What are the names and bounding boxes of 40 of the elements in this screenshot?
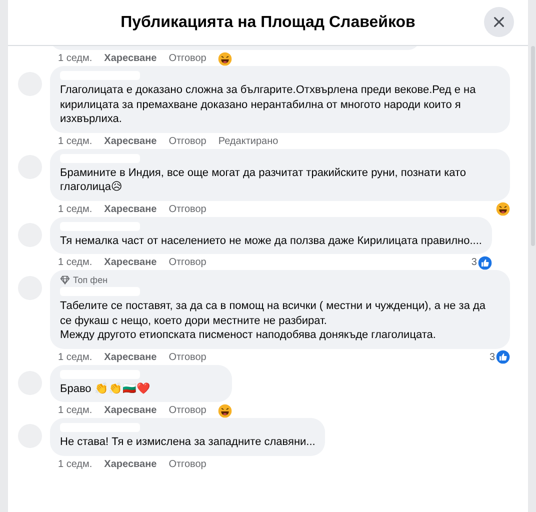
reply-link[interactable]: Отговор [168, 204, 206, 214]
diamond-icon [60, 275, 70, 285]
laughing-face-icon [218, 52, 232, 66]
like-link[interactable]: Харесване [104, 405, 157, 416]
reply-link[interactable]: Отговор [168, 136, 206, 146]
comment-text: Глаголицата е доказано сложна за българите.Отхвърлена преди векове.Ред е на кирилицата за премахване доказано нерантабилна от многото народи които я изхвърлиха. [60, 83, 477, 126]
comment-time[interactable]: 1 седм. [58, 204, 92, 214]
comment-text: Табелите се поставят, за да са в помощ на всички ( местни и чужденци), а не за да се фукаш с нещо, което дори местните не разбират. Между другото етиопската писменост наподобява донякъде глаголицата. [60, 299, 487, 342]
close-icon [492, 15, 506, 29]
reply-link[interactable]: Отговор [168, 352, 206, 362]
thumbs-up-icon [496, 350, 510, 364]
top-fan-label: Топ фен [73, 275, 108, 285]
comment-text: Тя немалка част от населението не може да ползва даже Кирилицата правилно.... [60, 234, 482, 248]
like-link[interactable]: Харесване [104, 136, 157, 146]
comment-time[interactable]: 1 седм. [58, 458, 92, 470]
dialog-title: Публикацията на Площад Славейков [120, 14, 416, 32]
comment-time[interactable]: 1 седм. [58, 53, 92, 64]
like-link[interactable]: Харесване [104, 53, 157, 64]
laughing-face-icon [218, 404, 232, 418]
comment-text: Браво 👏👏🇧🇬❤ [60, 382, 152, 396]
close-button[interactable] [484, 7, 514, 37]
comment-time[interactable]: 1 седм. [58, 257, 92, 268]
laughing-face-icon [496, 202, 510, 216]
comment-time[interactable]: 1 седм. [58, 136, 92, 146]
reply-link[interactable]: Отговор [168, 53, 206, 64]
reply-link[interactable]: Отговор [168, 257, 206, 268]
edited-label: Редактирано [218, 136, 278, 146]
comment-text: Брамините в Индия, все още могат да разчитат тракийските руни, познати като глаголица😥 [60, 166, 468, 194]
reaction-count[interactable]: 3 [471, 257, 477, 268]
like-link[interactable]: Харесване [104, 257, 157, 268]
thumbs-up-icon [478, 256, 492, 270]
comment-time[interactable]: 1 седм. [58, 405, 92, 416]
like-link[interactable]: Харесване [104, 352, 157, 362]
reaction-count[interactable]: 3 [489, 352, 495, 362]
like-link[interactable]: Харесване [104, 458, 157, 470]
like-link[interactable]: Харесване [104, 204, 157, 214]
reply-link[interactable]: Отговор [168, 405, 206, 416]
comment-time[interactable]: 1 седм. [58, 352, 92, 362]
reply-link[interactable]: Отговор [168, 458, 206, 470]
comment-text: Не става! Тя е измислена за западните славяни... [60, 435, 316, 450]
